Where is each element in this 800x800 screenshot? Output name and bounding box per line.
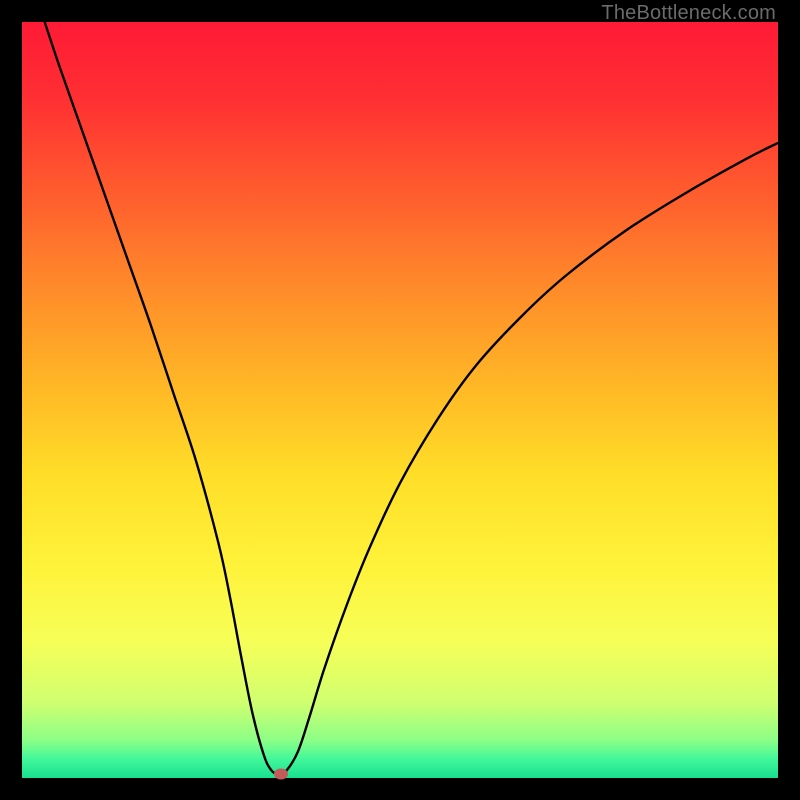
watermark: TheBottleneck.com <box>601 2 776 25</box>
gradient-background <box>22 22 778 778</box>
optimal-point-marker <box>274 769 288 780</box>
plot-frame <box>22 22 778 778</box>
